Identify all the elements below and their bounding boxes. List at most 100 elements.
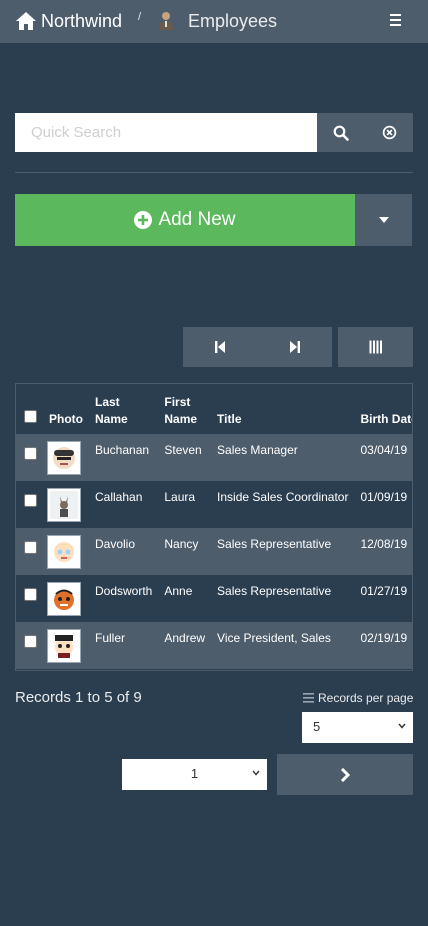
records-per-page-value: 5 (313, 719, 321, 734)
column-header-last-name-line2: Name (95, 412, 128, 426)
list-icon (303, 693, 314, 703)
column-header-first-name-line2: Name (164, 412, 198, 426)
search-icon (333, 125, 349, 141)
employee-icon (159, 12, 173, 30)
title-cell: Vice President, Sales (217, 631, 331, 645)
table-row[interactable]: Callahan Laura Inside Sales Coordinator … (16, 481, 412, 528)
first-name-cell: Laura (164, 490, 196, 504)
birth-date-cell: 01/27/19 (360, 584, 408, 598)
records-per-page-select[interactable]: 5 (302, 712, 413, 743)
employee-photo (47, 488, 81, 522)
row-select-cell (16, 481, 43, 528)
records-per-page-label-group: Records per page (303, 691, 413, 705)
column-chooser-button[interactable] (338, 327, 413, 367)
employee-photo (47, 582, 81, 616)
breadcrumb-label: Employees (188, 10, 278, 31)
select-all-checkbox[interactable] (24, 410, 37, 423)
last-name-cell: Dodsworth (95, 584, 153, 598)
row-select-cell (16, 575, 43, 622)
photo-cell (43, 528, 89, 575)
column-header-last-name[interactable]: Last Name (89, 384, 158, 434)
select-all-header (16, 384, 43, 434)
top-navbar: Northwind / Employees (0, 0, 428, 43)
table-row[interactable]: Fuller Andrew Vice President, Sales 02/1… (16, 622, 412, 669)
title-cell: Sales Manager (217, 443, 298, 457)
page-number-value: 1 (190, 766, 199, 781)
title-cell: Sales Representative (217, 537, 332, 551)
table-row[interactable]: Dodsworth Anne Sales Representative 01/2… (16, 575, 412, 622)
row-select-cell (16, 434, 43, 481)
table-header-row: Photo Last Name First Name Title Birth D… (16, 384, 412, 434)
column-header-photo[interactable]: Photo (43, 384, 89, 434)
avatar-icon (50, 491, 78, 519)
title-cell: Inside Sales Coordinator (217, 490, 349, 504)
row-checkbox[interactable] (24, 494, 37, 507)
columns-icon (369, 340, 382, 354)
title-cell: Sales Representative (217, 584, 332, 598)
record-nav-group (183, 327, 332, 367)
employee-photo (47, 629, 81, 663)
quick-search-input[interactable] (15, 113, 317, 152)
clear-search-button[interactable] (365, 113, 413, 152)
avatar-icon (53, 447, 75, 469)
table-row[interactable]: Davolio Nancy Sales Representative 12/08… (16, 528, 412, 575)
breadcrumb-separator: / (138, 11, 142, 23)
last-name-cell: Fuller (95, 631, 126, 645)
page-number-select[interactable]: 1 (122, 759, 267, 790)
next-page-button[interactable] (277, 754, 413, 795)
chevron-right-icon (340, 767, 350, 782)
last-name-cell: Davolio (95, 537, 136, 551)
brand-label: Northwind (41, 10, 123, 31)
photo-cell (43, 622, 89, 669)
row-select-cell (16, 528, 43, 575)
first-name-cell: Andrew (164, 631, 206, 645)
first-name-cell: Anne (164, 584, 193, 598)
photo-cell (43, 434, 89, 481)
avatar-icon (54, 542, 74, 562)
last-record-button[interactable] (258, 327, 333, 367)
clear-icon (382, 125, 396, 140)
first-name-cell: Steven (164, 443, 202, 457)
add-new-button[interactable]: Add New (15, 194, 355, 246)
hamburger-icon[interactable] (384, 11, 406, 31)
plus-circle-icon (134, 211, 153, 229)
column-header-first-name-line1: First (164, 395, 191, 409)
last-name-cell: Callahan (95, 490, 143, 504)
column-header-birth-date[interactable]: Birth Date (354, 384, 412, 434)
breadcrumb-current: Employees (156, 9, 277, 33)
avatar-icon (50, 585, 78, 613)
section-divider (15, 172, 413, 173)
search-button[interactable] (317, 113, 365, 152)
employee-photo (47, 535, 81, 569)
birth-date-cell: 03/04/19 (360, 443, 408, 457)
add-new-label: Add New (158, 209, 236, 230)
employees-table: Photo Last Name First Name Title Birth D… (16, 384, 412, 669)
first-name-cell: Nancy (164, 537, 199, 551)
caret-down-icon (378, 217, 389, 223)
row-checkbox[interactable] (24, 447, 37, 460)
birth-date-cell: 02/19/19 (360, 631, 408, 645)
last-name-cell: Buchanan (95, 443, 150, 457)
birth-date-cell: 12/08/19 (360, 537, 408, 551)
photo-cell (43, 481, 89, 528)
avatar-icon (50, 632, 78, 660)
last-page-icon (289, 341, 300, 353)
employee-photo (47, 441, 81, 475)
photo-cell (43, 575, 89, 622)
table-row[interactable]: Buchanan Steven Sales Manager 03/04/19 (16, 434, 412, 481)
employees-grid[interactable]: Photo Last Name First Name Title Birth D… (15, 383, 413, 671)
row-checkbox[interactable] (24, 541, 37, 554)
birth-date-cell: 01/09/19 (360, 490, 408, 504)
row-select-cell (16, 622, 43, 669)
records-summary: Records 1 to 5 of 9 (15, 689, 142, 706)
brand-link[interactable]: Northwind (14, 9, 122, 33)
first-record-button[interactable] (183, 327, 258, 367)
chevron-down-icon (398, 723, 406, 729)
add-new-dropdown-button[interactable] (355, 194, 412, 246)
column-header-first-name[interactable]: First Name (158, 384, 211, 434)
column-header-title[interactable]: Title (211, 384, 354, 434)
first-page-icon (215, 341, 226, 353)
chevron-down-icon (252, 770, 260, 776)
row-checkbox[interactable] (24, 588, 37, 601)
row-checkbox[interactable] (24, 635, 37, 648)
